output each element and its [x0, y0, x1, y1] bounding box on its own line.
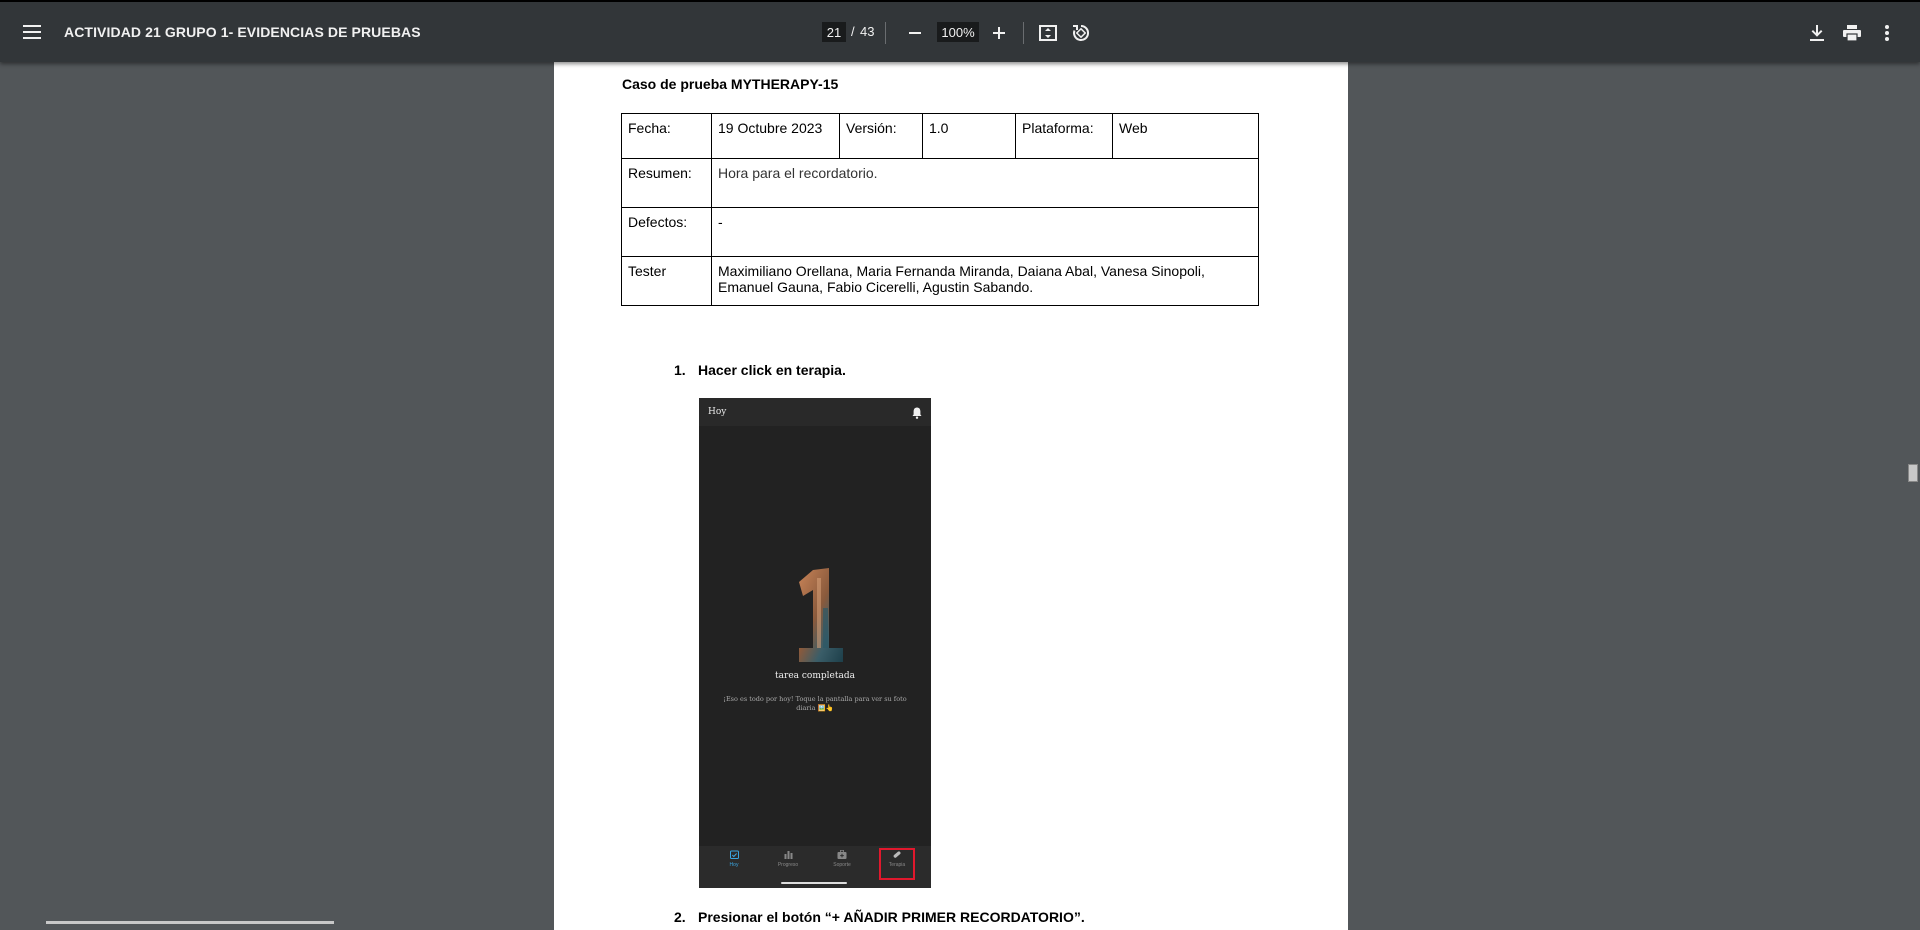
- step-number: 1.: [674, 362, 686, 378]
- nav-item-hoy[interactable]: Hoy: [707, 850, 761, 880]
- bell-icon: [912, 406, 922, 419]
- medkit-icon: [837, 850, 847, 859]
- test-case-table: Fecha: 19 Octubre 2023 Versión: 1.0 Plat…: [621, 113, 1259, 306]
- pdf-page: Caso de prueba MYTHERAPY-15 Fecha: 19 Oc…: [554, 60, 1348, 930]
- test-case-title: Caso de prueba MYTHERAPY-15: [622, 76, 839, 92]
- toolbar-divider: [1023, 22, 1024, 44]
- nav-item-soporte[interactable]: Soporte: [815, 850, 869, 880]
- nav-label: Progreso: [777, 862, 799, 868]
- resumen-label: Resumen:: [621, 158, 712, 208]
- fit-to-page-icon[interactable]: [1035, 19, 1061, 47]
- completed-subtext: ¡Eso es todo por hoy! Toque la pantalla …: [723, 695, 907, 712]
- print-icon[interactable]: [1838, 19, 1866, 47]
- version-label: Versión:: [839, 113, 923, 159]
- nav-item-progreso[interactable]: Progreso: [761, 850, 815, 880]
- menu-icon[interactable]: [16, 18, 48, 46]
- tester-label: Tester: [621, 256, 712, 306]
- highlight-box: [879, 848, 915, 880]
- big-number-one-image: [795, 568, 845, 662]
- step-number: 2.: [674, 909, 686, 925]
- fecha-value: 19 Octubre 2023: [711, 113, 840, 159]
- step-text: Hacer click en terapia.: [698, 362, 846, 378]
- nav-label: Hoy: [729, 862, 739, 868]
- fecha-label: Fecha:: [621, 113, 712, 159]
- vertical-scrollbar[interactable]: [1906, 62, 1920, 924]
- app-header-title: Hoy: [708, 407, 727, 417]
- document-title: ACTIVIDAD 21 GRUPO 1- EVIDENCIAS DE PRUE…: [64, 24, 421, 40]
- version-value: 1.0: [922, 113, 1016, 159]
- download-icon[interactable]: [1804, 19, 1830, 47]
- completed-text: tarea completada: [775, 671, 855, 681]
- plataforma-label: Plataforma:: [1015, 113, 1113, 159]
- app-screenshot: Hoy tarea completada ¡Eso es todo por ho…: [699, 398, 931, 888]
- plataforma-value: Web: [1112, 113, 1259, 159]
- zoom-out-icon[interactable]: [902, 20, 928, 46]
- toolbar-divider: [885, 22, 886, 44]
- bar-chart-icon: [784, 851, 792, 859]
- scrollbar-thumb[interactable]: [1908, 464, 1918, 482]
- home-indicator: [781, 882, 847, 884]
- calendar-check-icon: [729, 850, 739, 859]
- page-total: 43: [860, 24, 875, 39]
- more-options-icon[interactable]: [1874, 19, 1900, 47]
- nav-label: Soporte: [833, 862, 851, 868]
- defectos-label: Defectos:: [621, 207, 712, 257]
- defectos-value: -: [711, 207, 1259, 257]
- zoom-level-input[interactable]: 100%: [937, 22, 979, 42]
- zoom-in-icon[interactable]: [986, 20, 1012, 46]
- tester-value: Maximiliano Orellana, Maria Fernanda Mir…: [711, 256, 1259, 306]
- pdf-toolbar: ACTIVIDAD 21 GRUPO 1- EVIDENCIAS DE PRUE…: [0, 0, 1920, 62]
- app-header: Hoy: [699, 398, 931, 426]
- page-separator: /: [851, 24, 855, 39]
- step-item: 2. Presionar el botón “+ AÑADIR PRIMER RE…: [674, 909, 1085, 925]
- rotate-icon[interactable]: [1068, 19, 1094, 47]
- resumen-value: Hora para el recordatorio.: [711, 158, 1259, 208]
- page-number-input[interactable]: 21: [822, 22, 846, 42]
- step-text: Presionar el botón “+ AÑADIR PRIMER RECO…: [698, 909, 1085, 925]
- step-item: 1. Hacer click en terapia.: [674, 362, 846, 378]
